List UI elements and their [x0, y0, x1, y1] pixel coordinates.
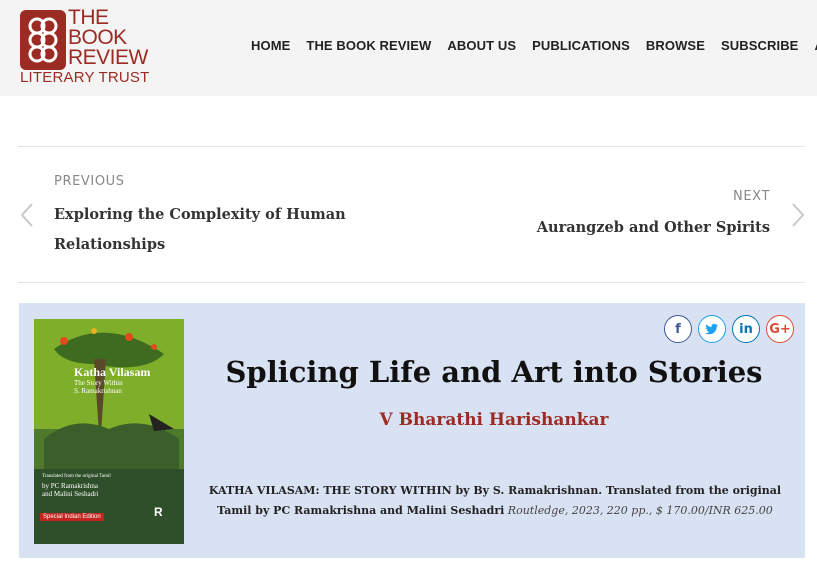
book-details: KATHA VILASAM: THE STORY WITHIN by By S.…	[205, 481, 785, 521]
next-post-label: NEXT	[733, 189, 770, 204]
article-title: Splicing Life and Art into Stories	[225, 355, 763, 389]
logo-line-3: REVIEW	[68, 46, 148, 69]
logo-line-2: BOOK	[68, 26, 127, 49]
linkedin-share-icon[interactable]: in	[732, 315, 760, 343]
nav-subscribe[interactable]: SUBSCRIBE	[721, 38, 798, 53]
main-nav: HOME THE BOOK REVIEW ABOUT US PUBLICATIO…	[251, 38, 817, 53]
cover-author: S. Ramakrishnan	[74, 387, 122, 395]
chevron-left-icon[interactable]	[18, 200, 38, 230]
article-card: Katha Vilasam The Story Within S. Ramakr…	[19, 303, 805, 558]
divider-top	[18, 146, 805, 147]
cover-subtitle: The Story Within	[74, 379, 123, 387]
chevron-right-icon[interactable]	[787, 200, 807, 230]
logo-wordmark: THE BOOK REVIEW	[68, 6, 148, 69]
book-details-publication: Routledge, 2023, 220 pp., $ 170.00/INR 6…	[507, 504, 773, 517]
nav-the-book-review[interactable]: THE BOOK REVIEW	[306, 38, 431, 53]
site-logo[interactable]: THE BOOK REVIEW LITERARY TRUST	[20, 6, 160, 88]
nav-publications[interactable]: PUBLICATIONS	[532, 38, 630, 53]
cover-translated-line: Translated from the original Tamil	[42, 474, 111, 479]
twitter-share-icon[interactable]	[698, 315, 726, 343]
nav-about-us[interactable]: ABOUT US	[447, 38, 516, 53]
publisher-logo: R	[154, 505, 163, 519]
logo-line-1: THE	[68, 6, 109, 29]
facebook-share-icon[interactable]: f	[664, 315, 692, 343]
nav-home[interactable]: HOME	[251, 38, 290, 53]
next-post-link[interactable]: Aurangzeb and Other Spirits	[537, 214, 770, 242]
cover-translators-line-2: and Malini Seshadri	[42, 490, 99, 498]
site-header: THE BOOK REVIEW LITERARY TRUST HOME THE …	[0, 0, 817, 96]
googleplus-share-icon[interactable]: G+	[766, 315, 794, 343]
article-author[interactable]: V Bharathi Harishankar	[179, 410, 809, 430]
book-cover[interactable]: Katha Vilasam The Story Within S. Ramakr…	[34, 319, 184, 544]
cover-translators-line-1: by PC Ramakrishna	[42, 482, 98, 490]
edition-badge: Special Indian Edition	[40, 513, 104, 521]
prev-post-label: PREVIOUS	[54, 174, 125, 189]
cover-title: Katha Vilasam	[74, 365, 151, 379]
logo-subtitle: LITERARY TRUST	[20, 69, 150, 86]
logo-knot-icon	[20, 10, 66, 70]
prev-post-link[interactable]: Exploring the Complexity of Human Relati…	[54, 200, 354, 260]
cover-translators: by PC Ramakrishna and Malini Seshadri	[42, 482, 98, 498]
divider-bottom	[18, 282, 805, 283]
nav-browse[interactable]: BROWSE	[646, 38, 705, 53]
